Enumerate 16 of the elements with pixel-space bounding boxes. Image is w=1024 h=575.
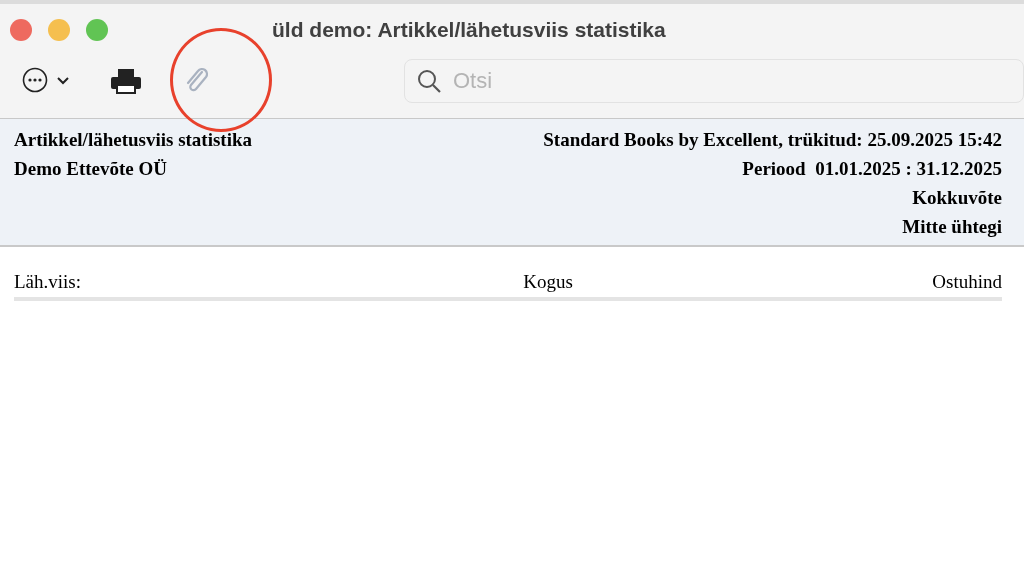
minimize-button[interactable] [48,19,70,41]
column-header: Kogus [523,271,574,293]
header-text: Demo Ettevõte OÜ [14,157,168,181]
column-header: Ostuhind [931,271,1002,293]
header-text: Mitte ühtegi [902,215,1002,239]
zoom-button[interactable] [86,19,108,41]
header-text: Standard Books by Excellent, trükitud: 25.09.2025 15:42 [543,128,1002,152]
column-header: Läh.viis: [14,271,83,293]
search-icon [416,68,442,94]
window-title: üld demo: Artikkel/lähetusviis statistika [272,18,666,42]
header-text: Kokkuvõte [912,186,1002,210]
header-text: Artikkel/lähetusviis statistika [14,128,253,152]
search-field[interactable]: Otsi [404,59,1024,103]
print-button[interactable] [110,68,142,94]
header-text: Periood 01.01.2025 : 31.12.2025 [742,157,1002,181]
close-button[interactable] [10,19,32,41]
